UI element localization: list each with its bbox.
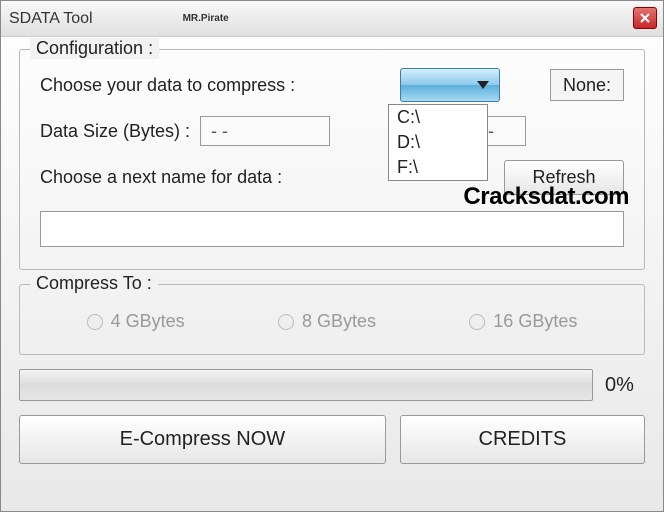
drive-option[interactable]: D:\ (389, 130, 487, 155)
content-area: Configuration : Choose your data to comp… (1, 37, 663, 476)
radio-icon (278, 314, 294, 330)
drive-dropdown[interactable] (400, 68, 500, 102)
radio-8gb[interactable]: 8 GBytes (278, 311, 376, 332)
radio-8gb-label: 8 GBytes (302, 311, 376, 332)
progress-bar (19, 369, 593, 401)
close-icon (640, 13, 650, 23)
compress-to-group: Compress To : 4 GBytes 8 GBytes 16 GByte… (19, 284, 645, 355)
none-label-box: None: (550, 69, 624, 101)
watermark-text: Cracksdat.com (463, 183, 629, 211)
close-button[interactable] (633, 7, 657, 29)
window-subtitle: MR.Pirate (183, 13, 229, 24)
radio-4gb[interactable]: 4 GBytes (87, 311, 185, 332)
credits-button[interactable]: CREDITS (400, 415, 645, 464)
progress-row: 0% (19, 369, 645, 401)
ecompress-button-label: E-Compress NOW (120, 428, 286, 450)
progress-percent: 0% (605, 374, 645, 397)
drive-dropdown-list[interactable]: C:\ D:\ F:\ (388, 104, 488, 181)
none-label-text: None: (563, 75, 611, 96)
data-size-label: Data Size (Bytes) : (40, 121, 190, 142)
credits-button-label: CREDITS (479, 428, 567, 450)
data-size-field: - - (200, 116, 330, 146)
radio-4gb-label: 4 GBytes (111, 311, 185, 332)
bottom-button-row: E-Compress NOW CREDITS (19, 415, 645, 464)
main-window: SDATA Tool MR.Pirate Configuration : Cho… (0, 0, 664, 512)
choose-data-label: Choose your data to compress : (40, 75, 295, 96)
window-title: SDATA Tool (9, 10, 93, 28)
configuration-group: Configuration : Choose your data to comp… (19, 49, 645, 270)
next-name-label: Choose a next name for data : (40, 167, 282, 188)
compress-to-group-label: Compress To : (30, 273, 158, 294)
radio-icon (469, 314, 485, 330)
drive-option[interactable]: F:\ (389, 155, 487, 180)
configuration-group-label: Configuration : (30, 38, 159, 59)
titlebar: SDATA Tool MR.Pirate (1, 1, 663, 37)
radio-16gb-label: 16 GBytes (493, 311, 577, 332)
chevron-down-icon (477, 81, 489, 89)
name-input[interactable] (40, 211, 624, 247)
drive-option[interactable]: C:\ (389, 105, 487, 130)
radio-16gb[interactable]: 16 GBytes (469, 311, 577, 332)
data-size-value: - - (211, 121, 228, 142)
ecompress-button[interactable]: E-Compress NOW (19, 415, 386, 464)
radio-icon (87, 314, 103, 330)
